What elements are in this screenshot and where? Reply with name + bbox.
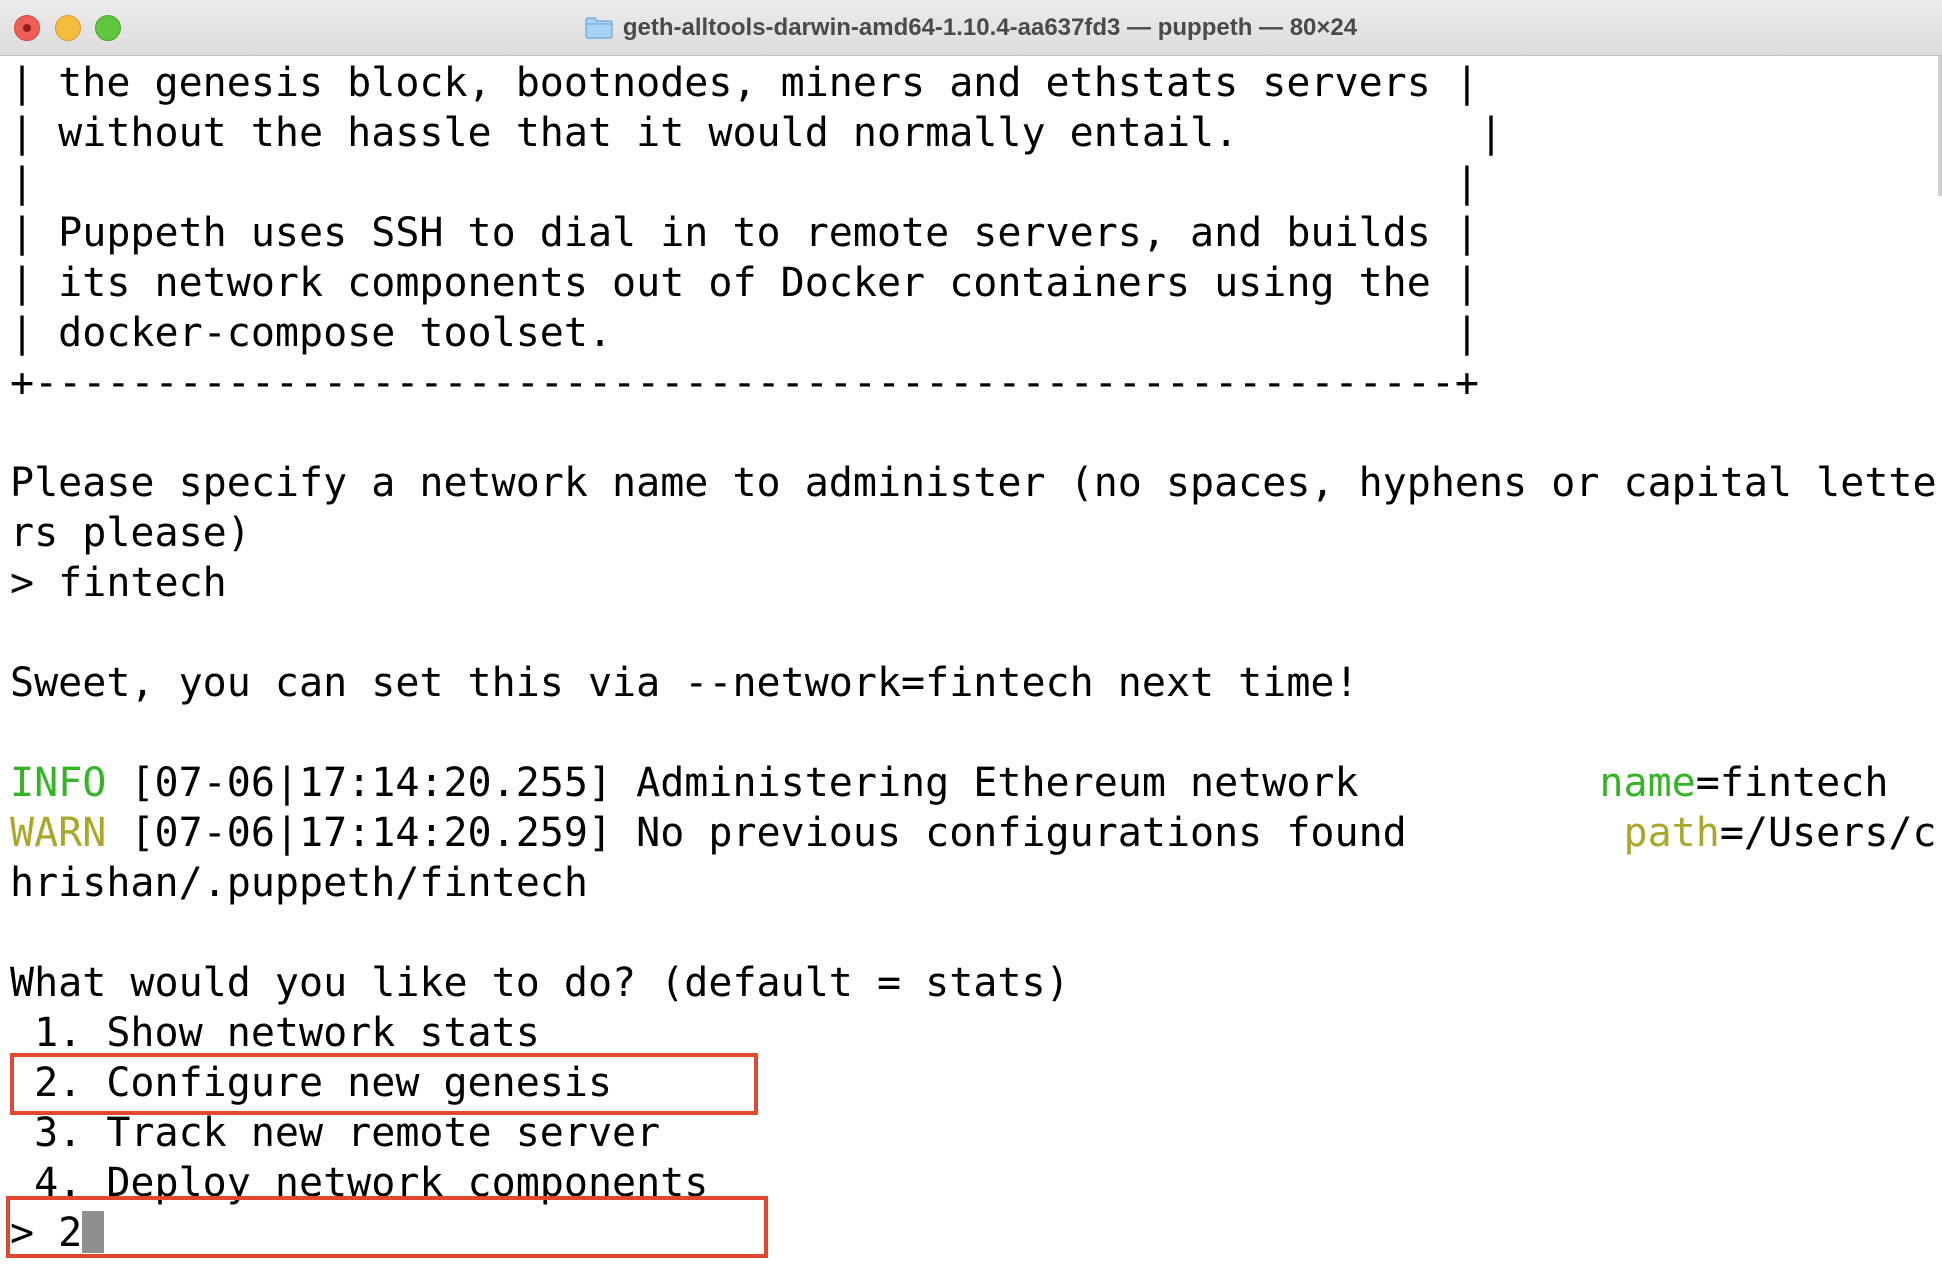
- highlight-input: [6, 1196, 768, 1258]
- log-warn-text: [07-06|17:14:20.259] No previous configu…: [106, 810, 1624, 856]
- banner-border: +---------------------------------------…: [10, 360, 1480, 406]
- log-level-info: INFO: [10, 760, 107, 806]
- menu-question: What would you like to do? (default = st…: [10, 960, 1070, 1006]
- log-level-warn: WARN: [10, 810, 107, 856]
- banner-line: | its network components out of Docker c…: [10, 260, 1480, 306]
- banner-line: | without the hassle that it would norma…: [10, 110, 1504, 156]
- title-bar[interactable]: geth-alltools-darwin-amd64-1.10.4-aa637f…: [0, 0, 1942, 56]
- log-info-value: =fintech: [1695, 760, 1889, 806]
- menu-option-1: 1. Show network stats: [10, 1010, 540, 1056]
- sweet-message: Sweet, you can set this via --network=fi…: [10, 660, 1359, 706]
- window-title: geth-alltools-darwin-amd64-1.10.4-aa637f…: [622, 13, 1358, 41]
- terminal-window: geth-alltools-darwin-amd64-1.10.4-aa637f…: [0, 0, 1942, 1264]
- network-prompt-wrap: rs please): [10, 510, 251, 556]
- title-wrap: geth-alltools-darwin-amd64-1.10.4-aa637f…: [0, 0, 1942, 55]
- folder-icon: [585, 16, 613, 39]
- log-info-text: [07-06|17:14:20.255] Administering Ether…: [106, 760, 1600, 806]
- log-warn-wrap: hrishan/.puppeth/fintech: [10, 860, 588, 906]
- log-warn-value: =/Users/c: [1719, 810, 1937, 856]
- log-info-line: INFO [07-06|17:14:20.255] Administering …: [10, 758, 1940, 808]
- highlight-option-2: [10, 1053, 758, 1115]
- log-info-key: name: [1599, 760, 1696, 806]
- menu-option-3: 3. Track new remote server: [10, 1110, 661, 1156]
- log-warn-line: WARN [07-06|17:14:20.259] No previous co…: [10, 808, 1940, 858]
- banner-line: | |: [10, 160, 1480, 206]
- log-warn-key: path: [1623, 810, 1720, 856]
- banner-line: | the genesis block, bootnodes, miners a…: [10, 60, 1480, 106]
- network-input: > fintech: [10, 560, 227, 606]
- banner-line: | Puppeth uses SSH to dial in to remote …: [10, 210, 1480, 256]
- network-prompt: Please specify a network name to adminis…: [10, 460, 1937, 506]
- banner-line: | docker-compose toolset. |: [10, 310, 1480, 356]
